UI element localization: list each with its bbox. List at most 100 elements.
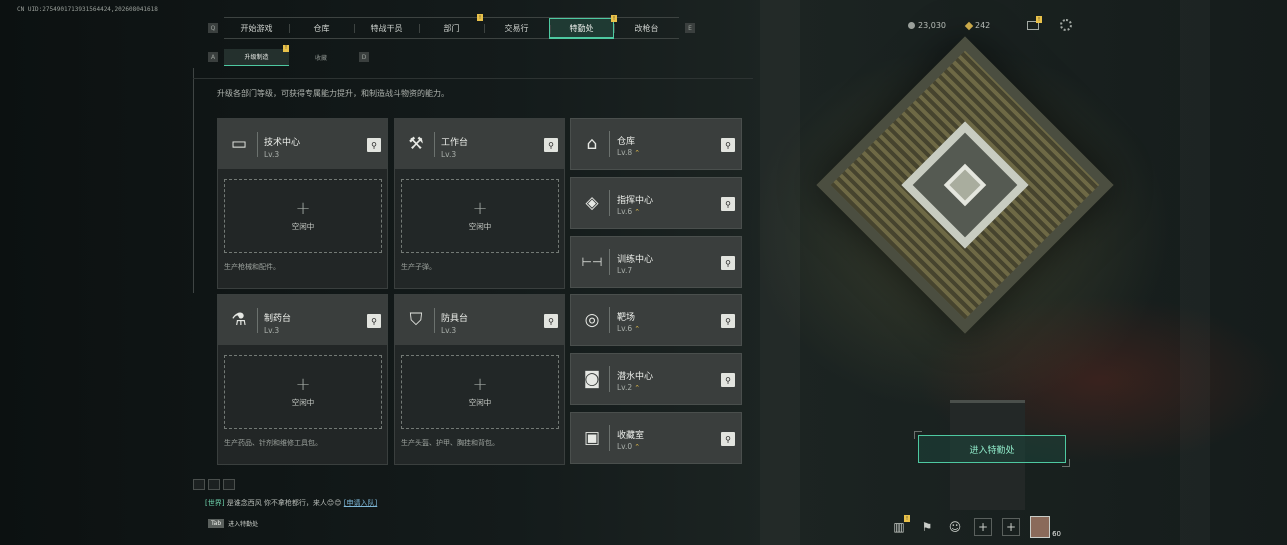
slot-status: 空闲中 [291, 398, 315, 407]
subtab-collection[interactable]: 收藏 [289, 49, 353, 66]
card-description: 生产枪械和配件。 [224, 263, 280, 271]
plus-icon: + [472, 374, 488, 395]
friends-icon[interactable]: ☺ [946, 518, 964, 536]
search-icon[interactable]: ⚲ [544, 314, 558, 328]
card-header: ⚒ 工作台 Lv.3 ⚲ [395, 119, 564, 169]
corner-decoration [914, 431, 922, 439]
card-warehouse[interactable]: ⌂ 仓库 Lv.8 ⌃ ⚲ [570, 118, 742, 170]
production-slot[interactable]: + 空闲中 [401, 355, 559, 429]
card-shooting-range[interactable]: ◎ 靶场 Lv.6 ⌃ ⚲ [570, 294, 742, 346]
card-armor-bench[interactable]: ⛉ 防具台 Lv.3 ⚲ + 空闲中 生产头盔、护甲、胸挂和背包。 [394, 294, 565, 465]
tab-trading[interactable]: 交易行 ! [477, 14, 549, 39]
chat-channel: [世界] [205, 499, 225, 507]
search-icon[interactable]: ⚲ [721, 197, 735, 211]
mail-icon[interactable]: ! [1027, 16, 1042, 30]
upgrade-arrow-icon: ⌃ [634, 325, 641, 333]
gear-icon[interactable] [1060, 19, 1072, 31]
chat-text: 是谁念西风 你不拿枪都行，来人😊😊 [226, 499, 342, 507]
separator [609, 366, 610, 392]
nav-prev-key[interactable]: Q [208, 23, 218, 33]
avatar[interactable]: 60 [1030, 516, 1061, 538]
card-level: Lv.6 ⌃ [617, 324, 640, 333]
apply-team-link[interactable]: [申请入队] [344, 499, 377, 507]
main-nav: Q 开始游戏 仓库 特战干员 部门 交易行 ! 特勤处 ! 改枪台 E [202, 14, 701, 39]
search-icon[interactable]: ⚲ [721, 314, 735, 328]
slot-status: 空闲中 [468, 222, 492, 231]
tab-gunsmith[interactable]: 改枪台 [614, 18, 679, 39]
separator [434, 308, 435, 333]
card-tech-center[interactable]: ▭ 技术中心 Lv.3 ⚲ + 空闲中 生产枪械和配件。 [217, 118, 388, 289]
production-slot[interactable]: + 空闲中 [224, 355, 382, 429]
separator [257, 308, 258, 333]
card-diving-center[interactable]: ◙ 潜水中心 Lv.2 ⌃ ⚲ [570, 353, 742, 405]
card-title: 靶场 [617, 313, 636, 323]
level-text: Lv.7 [617, 266, 633, 275]
target-icon: ◎ [584, 310, 600, 330]
tab-start-game[interactable]: 开始游戏 [224, 18, 289, 39]
sub-tabs: A 升级制造 ! 收藏 D [202, 44, 375, 66]
enter-special-ops-button[interactable]: 进入特勤处 [918, 435, 1066, 463]
warehouse-icon: ⌂ [586, 134, 598, 154]
card-title: 收藏室 [617, 431, 645, 441]
add-team-button[interactable]: + [1002, 518, 1020, 536]
gem-balance: 242 [964, 21, 990, 30]
flag-icon[interactable]: ⚑ [918, 518, 936, 536]
add-friend-button[interactable]: + [974, 518, 992, 536]
production-slot[interactable]: + 空闲中 [401, 179, 559, 253]
nav-next-key[interactable]: E [685, 23, 695, 33]
tab-departments[interactable]: 部门 [419, 18, 484, 39]
chat-tab[interactable] [208, 479, 220, 490]
diving-mask-icon: ◙ [583, 369, 601, 389]
level-text: Lv.6 [617, 324, 633, 333]
search-icon[interactable]: ⚲ [721, 373, 735, 387]
tools-icon: ⚒ [408, 134, 424, 154]
card-level: Lv.3 [264, 150, 280, 159]
search-icon[interactable]: ⚲ [721, 256, 735, 270]
microscope-icon: ⚗ [231, 310, 247, 330]
search-icon[interactable]: ⚲ [367, 314, 381, 328]
stats-icon[interactable]: ▥ ! [890, 515, 910, 536]
plus-icon: + [295, 374, 311, 395]
chat-tab[interactable] [223, 479, 235, 490]
tab-label: 交易行 [504, 24, 529, 33]
card-workbench[interactable]: ⚒ 工作台 Lv.3 ⚲ + 空闲中 生产子弹。 [394, 118, 565, 289]
card-header: ⛉ 防具台 Lv.3 ⚲ [395, 295, 564, 345]
cube-artwork [816, 36, 1114, 334]
tab-hint[interactable]: Tab 进入特勤处 [208, 519, 258, 528]
search-icon[interactable]: ⚲ [544, 138, 558, 152]
tab-label: 开始游戏 [240, 24, 273, 33]
separator [609, 425, 610, 451]
notification-badge: ! [1036, 16, 1042, 23]
card-title: 指挥中心 [617, 196, 654, 206]
tab-special-ops[interactable]: 特勤处 ! [549, 15, 617, 39]
card-description: 生产药品、针剂和维修工具包。 [224, 439, 322, 447]
tab-operators[interactable]: 特战干员 [354, 18, 419, 39]
search-icon[interactable]: ⚲ [721, 432, 735, 446]
tab-key: Tab [208, 519, 225, 528]
card-level: Lv.6 ⌃ [617, 207, 640, 216]
search-icon[interactable]: ⚲ [721, 138, 735, 152]
subtab-upgrade-craft[interactable]: 升级制造 ! [224, 44, 289, 66]
notification-badge: ! [904, 515, 910, 522]
subtab-prev-key[interactable]: A [208, 52, 218, 62]
gem-icon [964, 21, 974, 30]
subtab-next-key[interactable]: D [359, 52, 369, 62]
slot-status: 空闲中 [291, 222, 315, 231]
search-icon[interactable]: ⚲ [367, 138, 381, 152]
card-level: Lv.2 ⌃ [617, 383, 640, 392]
card-level: Lv.7 [617, 266, 632, 275]
chat-tab[interactable] [193, 479, 205, 490]
upgrade-arrow-icon: ⌃ [634, 149, 641, 157]
card-command-center[interactable]: ◈ 指挥中心 Lv.6 ⌃ ⚲ [570, 177, 742, 229]
chat-tabs [193, 479, 235, 490]
production-slot[interactable]: + 空闲中 [224, 179, 382, 253]
card-collection-room[interactable]: ▣ 收藏室 Lv.0 ⌃ ⚲ [570, 412, 742, 464]
subtab-label: 升级制造 [244, 54, 269, 61]
level-text: Lv.8 [617, 148, 633, 157]
card-pharmacy[interactable]: ⚗ 制药台 Lv.3 ⚲ + 空闲中 生产药品、针剂和维修工具包。 [217, 294, 388, 465]
tab-warehouse[interactable]: 仓库 [289, 18, 354, 39]
card-training-center[interactable]: ⊢⊣ 训练中心 Lv.7 ⚲ [570, 236, 742, 288]
background-pillar [1180, 0, 1210, 545]
subtab-label: 收藏 [314, 54, 327, 62]
cube-core [943, 163, 987, 207]
